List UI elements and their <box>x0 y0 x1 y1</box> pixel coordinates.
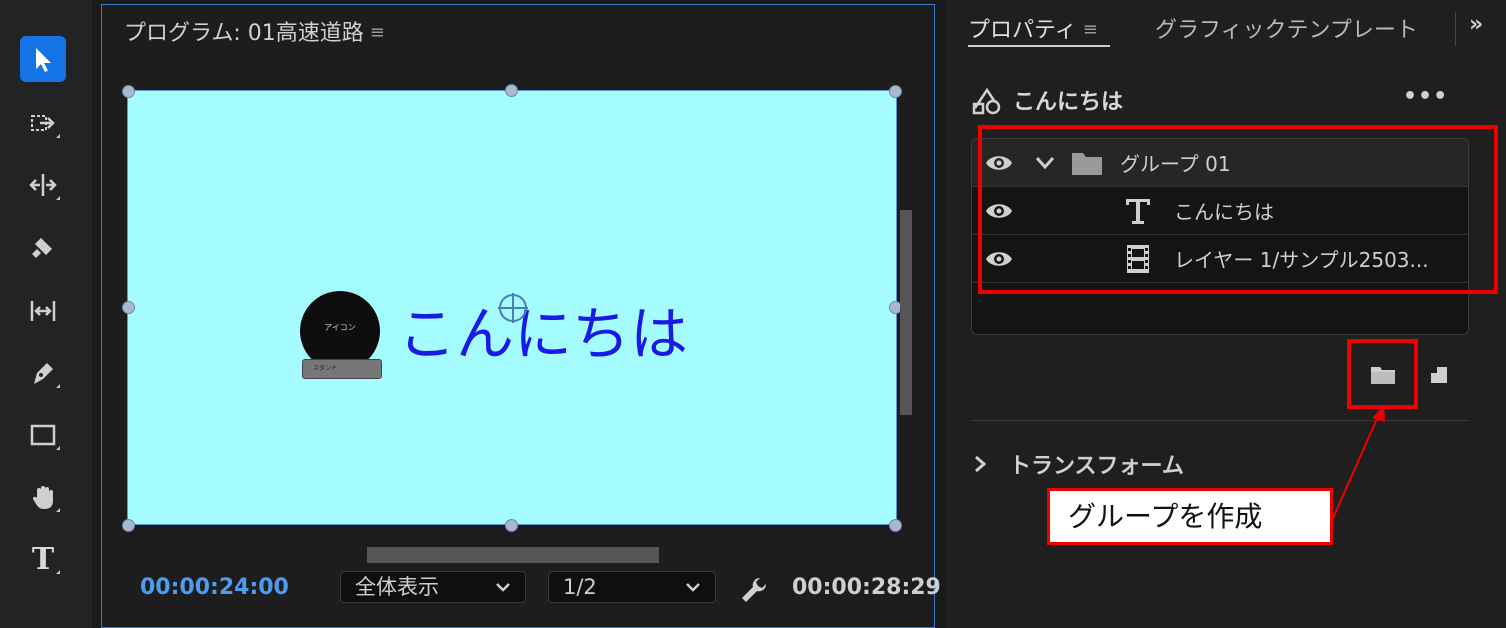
track-select-tool-button[interactable] <box>20 100 66 146</box>
create-group-highlight-box <box>1347 339 1418 409</box>
wrench-settings-icon[interactable] <box>738 574 770 606</box>
selection-tool-icon <box>36 48 51 72</box>
type-tool-button[interactable]: T <box>20 536 66 582</box>
monitor-title: プログラム: 01高速道路 ≡ <box>124 15 385 47</box>
monitor-title-text: プログラム: 01高速道路 <box>124 21 364 46</box>
razor-tool-button[interactable] <box>20 224 66 270</box>
transform-handle[interactable] <box>889 519 902 532</box>
layers-highlight-box <box>978 125 1498 294</box>
rectangle-tool-button[interactable] <box>20 412 66 458</box>
clip-title-text: こんにちは <box>1013 90 1124 115</box>
playhead-timecode[interactable]: 00:00:24:00 <box>140 575 289 600</box>
hand-tool-button[interactable] <box>20 474 66 520</box>
anchor-point-icon[interactable] <box>496 291 530 325</box>
chevron-down-icon <box>496 583 510 592</box>
transform-handle[interactable] <box>122 85 135 98</box>
transform-handle[interactable] <box>122 519 135 532</box>
slip-tool-button[interactable] <box>20 288 66 334</box>
razor-icon <box>32 238 52 258</box>
tools-panel: T <box>0 0 92 628</box>
tab-properties-label: プロパティ <box>968 18 1077 43</box>
transform-handle[interactable] <box>122 301 135 314</box>
graphic-shape-icon <box>972 87 1001 115</box>
transform-label: トランスフォーム <box>1009 454 1184 479</box>
duration-timecode: 00:00:28:29 <box>792 575 941 600</box>
new-layer-icon[interactable] <box>1425 361 1453 389</box>
program-monitor: プログラム: 01高速道路 ≡ アイコン スタンド こんにちは 00:00:24:… <box>101 4 941 628</box>
resolution-dropdown-value: 1/2 <box>563 575 597 599</box>
more-options-icon[interactable]: ••• <box>1403 84 1448 109</box>
pen-tool-icon <box>34 363 53 384</box>
panel-menu-icon[interactable]: ≡ <box>1083 19 1098 40</box>
chevron-right-icon <box>975 455 987 473</box>
transform-handle[interactable] <box>505 84 518 97</box>
transform-handle[interactable] <box>505 519 518 532</box>
more-tabs-icon[interactable]: » <box>1469 12 1483 37</box>
tab-graphic-templates[interactable]: グラフィックテンプレート <box>1155 12 1418 44</box>
monitor-menu-icon[interactable]: ≡ <box>370 22 385 43</box>
ripple-edit-tool-button[interactable] <box>20 162 66 208</box>
clip-header: こんにちは <box>971 84 1123 116</box>
pen-tool-button[interactable] <box>20 350 66 396</box>
hand-tool-icon <box>32 486 53 509</box>
program-canvas[interactable]: アイコン スタンド こんにちは <box>127 90 897 525</box>
tab-properties[interactable]: プロパティ ≡ <box>968 12 1098 44</box>
chevron-down-icon <box>686 583 700 592</box>
horizontal-scrollbar[interactable] <box>367 547 659 563</box>
vertical-scrollbar[interactable] <box>900 210 912 415</box>
slip-tool-icon <box>30 301 56 321</box>
zoom-dropdown[interactable]: 全体表示 <box>340 571 526 603</box>
rectangle-tool-icon <box>30 424 56 446</box>
callout-label: グループを作成 <box>1047 488 1333 545</box>
avatar-label: アイコン <box>324 322 356 332</box>
tab-separator <box>1455 12 1456 46</box>
track-select-forward-icon <box>31 115 55 131</box>
active-tab-underline <box>968 45 1110 47</box>
type-tool-icon: T <box>31 541 55 577</box>
avatar-stand: スタンド <box>302 359 382 379</box>
ripple-edit-icon <box>29 174 57 196</box>
selection-tool-button[interactable] <box>20 36 66 82</box>
resolution-dropdown[interactable]: 1/2 <box>548 571 716 603</box>
zoom-dropdown-value: 全体表示 <box>355 575 439 599</box>
canvas-text[interactable]: こんにちは <box>398 287 688 371</box>
section-divider <box>971 420 1469 421</box>
transform-section-header[interactable]: トランスフォーム <box>973 448 1184 480</box>
transform-handle[interactable] <box>889 85 902 98</box>
